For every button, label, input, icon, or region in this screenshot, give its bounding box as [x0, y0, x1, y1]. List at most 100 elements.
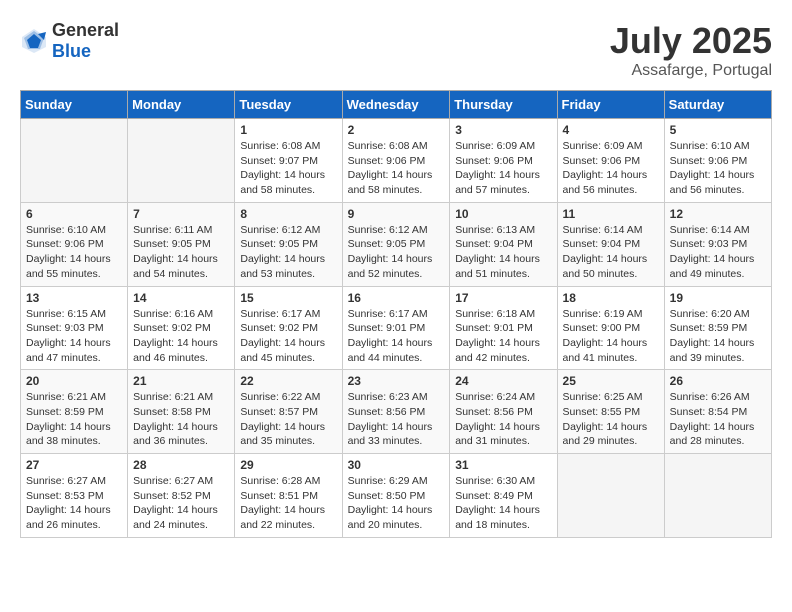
calendar-week-1: 1 Sunrise: 6:08 AM Sunset: 9:07 PM Daylig… — [21, 119, 772, 203]
calendar-cell: 9 Sunrise: 6:12 AM Sunset: 9:05 PM Daylig… — [342, 202, 450, 286]
day-info: Sunrise: 6:30 AM Sunset: 8:49 PM Dayligh… — [455, 474, 551, 533]
day-number: 14 — [133, 291, 229, 305]
location-title: Assafarge, Portugal — [610, 62, 772, 80]
calendar-cell — [128, 119, 235, 203]
day-number: 7 — [133, 207, 229, 221]
day-info: Sunrise: 6:18 AM Sunset: 9:01 PM Dayligh… — [455, 307, 551, 366]
weekday-header-saturday: Saturday — [664, 91, 771, 119]
calendar-week-5: 27Sunrise: 6:27 AM Sunset: 8:53 PM Dayli… — [21, 454, 772, 538]
day-number: 17 — [455, 291, 551, 305]
day-info: Sunrise: 6:12 AM Sunset: 9:05 PM Dayligh… — [348, 223, 445, 282]
calendar-cell: 18 Sunrise: 6:19 AM Sunset: 9:00 PM Dayli… — [557, 286, 664, 370]
calendar-cell: 11 Sunrise: 6:14 AM Sunset: 9:04 PM Dayli… — [557, 202, 664, 286]
day-info: Sunrise: 6:09 AM Sunset: 9:06 PM Dayligh… — [563, 139, 659, 198]
calendar-week-2: 6 Sunrise: 6:10 AM Sunset: 9:06 PM Daylig… — [21, 202, 772, 286]
calendar-week-4: 20Sunrise: 6:21 AM Sunset: 8:59 PM Dayli… — [21, 370, 772, 454]
day-number: 3 — [455, 123, 551, 137]
calendar-cell — [21, 119, 128, 203]
logo: General Blue — [20, 20, 119, 62]
calendar-cell: 29Sunrise: 6:28 AM Sunset: 8:51 PM Dayli… — [235, 454, 342, 538]
day-info: Sunrise: 6:26 AM Sunset: 8:54 PM Dayligh… — [670, 390, 766, 449]
day-info: Sunrise: 6:14 AM Sunset: 9:03 PM Dayligh… — [670, 223, 766, 282]
calendar-cell: 10Sunrise: 6:13 AM Sunset: 9:04 PM Dayli… — [450, 202, 557, 286]
day-number: 31 — [455, 458, 551, 472]
day-number: 2 — [348, 123, 445, 137]
day-number: 18 — [563, 291, 659, 305]
day-info: Sunrise: 6:21 AM Sunset: 8:58 PM Dayligh… — [133, 390, 229, 449]
calendar-cell: 3 Sunrise: 6:09 AM Sunset: 9:06 PM Daylig… — [450, 119, 557, 203]
calendar-cell: 8 Sunrise: 6:12 AM Sunset: 9:05 PM Daylig… — [235, 202, 342, 286]
calendar-cell: 31 Sunrise: 6:30 AM Sunset: 8:49 PM Dayli… — [450, 454, 557, 538]
day-info: Sunrise: 6:08 AM Sunset: 9:06 PM Dayligh… — [348, 139, 445, 198]
calendar-cell: 23Sunrise: 6:23 AM Sunset: 8:56 PM Dayli… — [342, 370, 450, 454]
day-info: Sunrise: 6:10 AM Sunset: 9:06 PM Dayligh… — [670, 139, 766, 198]
calendar-header: SundayMondayTuesdayWednesdayThursdayFrid… — [21, 91, 772, 119]
day-number: 24 — [455, 374, 551, 388]
day-info: Sunrise: 6:21 AM Sunset: 8:59 PM Dayligh… — [26, 390, 122, 449]
calendar-week-3: 13 Sunrise: 6:15 AM Sunset: 9:03 PM Dayli… — [21, 286, 772, 370]
weekday-header-tuesday: Tuesday — [235, 91, 342, 119]
day-info: Sunrise: 6:16 AM Sunset: 9:02 PM Dayligh… — [133, 307, 229, 366]
day-number: 6 — [26, 207, 122, 221]
calendar-cell — [557, 454, 664, 538]
day-info: Sunrise: 6:22 AM Sunset: 8:57 PM Dayligh… — [240, 390, 336, 449]
day-number: 12 — [670, 207, 766, 221]
day-info: Sunrise: 6:20 AM Sunset: 8:59 PM Dayligh… — [670, 307, 766, 366]
calendar-cell: 4 Sunrise: 6:09 AM Sunset: 9:06 PM Daylig… — [557, 119, 664, 203]
calendar-cell: 28 Sunrise: 6:27 AM Sunset: 8:52 PM Dayli… — [128, 454, 235, 538]
day-number: 1 — [240, 123, 336, 137]
day-number: 16 — [348, 291, 445, 305]
calendar-cell: 13 Sunrise: 6:15 AM Sunset: 9:03 PM Dayli… — [21, 286, 128, 370]
logo-icon — [20, 27, 48, 55]
calendar-cell: 26 Sunrise: 6:26 AM Sunset: 8:54 PM Dayli… — [664, 370, 771, 454]
calendar-body: 1 Sunrise: 6:08 AM Sunset: 9:07 PM Daylig… — [21, 119, 772, 538]
day-info: Sunrise: 6:08 AM Sunset: 9:07 PM Dayligh… — [240, 139, 336, 198]
day-number: 27 — [26, 458, 122, 472]
day-number: 22 — [240, 374, 336, 388]
day-info: Sunrise: 6:15 AM Sunset: 9:03 PM Dayligh… — [26, 307, 122, 366]
day-info: Sunrise: 6:28 AM Sunset: 8:51 PM Dayligh… — [240, 474, 336, 533]
calendar-cell: 22 Sunrise: 6:22 AM Sunset: 8:57 PM Dayli… — [235, 370, 342, 454]
day-info: Sunrise: 6:13 AM Sunset: 9:04 PM Dayligh… — [455, 223, 551, 282]
day-number: 15 — [240, 291, 336, 305]
day-info: Sunrise: 6:12 AM Sunset: 9:05 PM Dayligh… — [240, 223, 336, 282]
day-info: Sunrise: 6:10 AM Sunset: 9:06 PM Dayligh… — [26, 223, 122, 282]
day-info: Sunrise: 6:24 AM Sunset: 8:56 PM Dayligh… — [455, 390, 551, 449]
day-number: 28 — [133, 458, 229, 472]
calendar-cell: 6 Sunrise: 6:10 AM Sunset: 9:06 PM Daylig… — [21, 202, 128, 286]
calendar-cell: 15 Sunrise: 6:17 AM Sunset: 9:02 PM Dayli… — [235, 286, 342, 370]
calendar-cell: 20Sunrise: 6:21 AM Sunset: 8:59 PM Dayli… — [21, 370, 128, 454]
calendar-table: SundayMondayTuesdayWednesdayThursdayFrid… — [20, 90, 772, 538]
logo-general: General — [52, 20, 119, 40]
weekday-header-thursday: Thursday — [450, 91, 557, 119]
day-number: 9 — [348, 207, 445, 221]
month-title: July 2025 — [610, 20, 772, 62]
day-number: 26 — [670, 374, 766, 388]
calendar-cell: 30Sunrise: 6:29 AM Sunset: 8:50 PM Dayli… — [342, 454, 450, 538]
calendar-cell: 2 Sunrise: 6:08 AM Sunset: 9:06 PM Daylig… — [342, 119, 450, 203]
day-number: 4 — [563, 123, 659, 137]
day-info: Sunrise: 6:14 AM Sunset: 9:04 PM Dayligh… — [563, 223, 659, 282]
day-info: Sunrise: 6:09 AM Sunset: 9:06 PM Dayligh… — [455, 139, 551, 198]
day-number: 21 — [133, 374, 229, 388]
weekday-row: SundayMondayTuesdayWednesdayThursdayFrid… — [21, 91, 772, 119]
calendar-cell: 27Sunrise: 6:27 AM Sunset: 8:53 PM Dayli… — [21, 454, 128, 538]
calendar-cell: 14 Sunrise: 6:16 AM Sunset: 9:02 PM Dayli… — [128, 286, 235, 370]
calendar-cell: 21 Sunrise: 6:21 AM Sunset: 8:58 PM Dayli… — [128, 370, 235, 454]
day-info: Sunrise: 6:25 AM Sunset: 8:55 PM Dayligh… — [563, 390, 659, 449]
title-block: July 2025 Assafarge, Portugal — [610, 20, 772, 80]
day-info: Sunrise: 6:19 AM Sunset: 9:00 PM Dayligh… — [563, 307, 659, 366]
day-info: Sunrise: 6:17 AM Sunset: 9:02 PM Dayligh… — [240, 307, 336, 366]
day-info: Sunrise: 6:29 AM Sunset: 8:50 PM Dayligh… — [348, 474, 445, 533]
day-number: 8 — [240, 207, 336, 221]
logo-text: General Blue — [52, 20, 119, 62]
weekday-header-sunday: Sunday — [21, 91, 128, 119]
day-number: 13 — [26, 291, 122, 305]
day-number: 25 — [563, 374, 659, 388]
day-info: Sunrise: 6:17 AM Sunset: 9:01 PM Dayligh… — [348, 307, 445, 366]
weekday-header-friday: Friday — [557, 91, 664, 119]
day-number: 11 — [563, 207, 659, 221]
day-info: Sunrise: 6:27 AM Sunset: 8:52 PM Dayligh… — [133, 474, 229, 533]
calendar-cell: 7Sunrise: 6:11 AM Sunset: 9:05 PM Daylig… — [128, 202, 235, 286]
calendar-cell: 19Sunrise: 6:20 AM Sunset: 8:59 PM Dayli… — [664, 286, 771, 370]
